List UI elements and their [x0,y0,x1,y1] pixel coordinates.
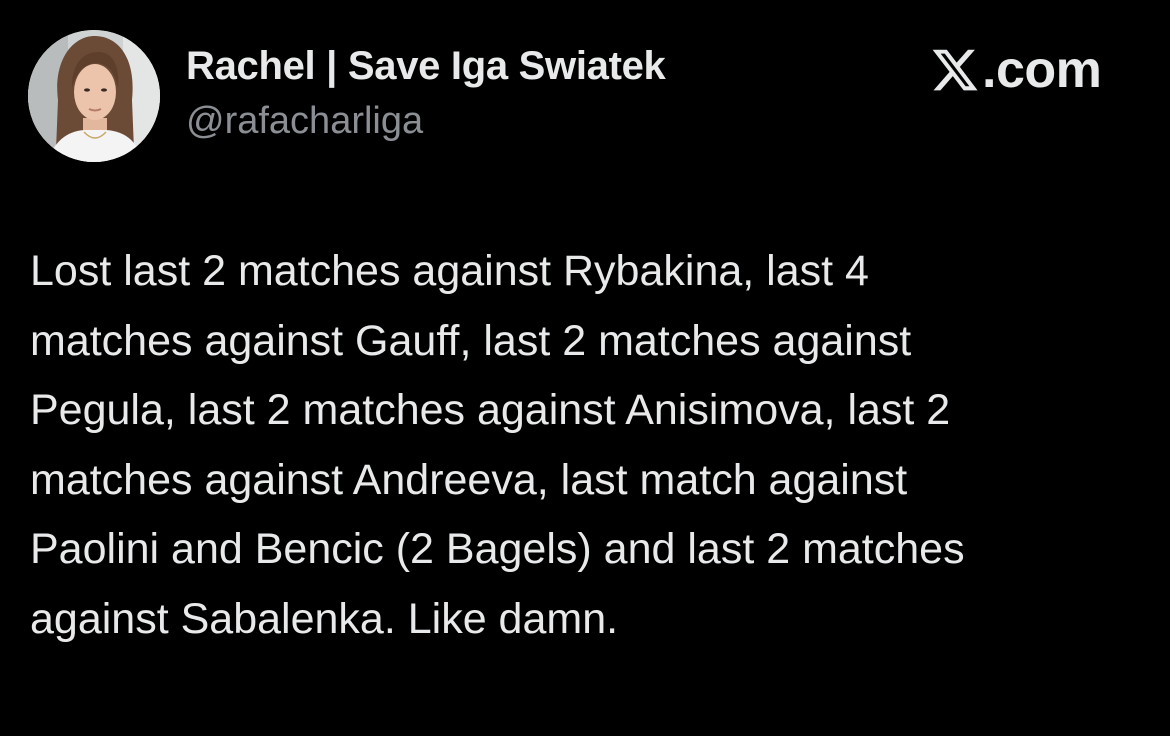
author-display-name[interactable]: Rachel | Save Iga Swiatek [186,44,666,89]
tweet-text-line: Pegula, last 2 matches against Anisimova… [30,386,951,434]
author-handle[interactable]: @rafacharliga [186,100,423,143]
tweet-text-line: against Sabalenka. Like damn. [30,594,619,643]
tweet-text: Lost last 2 matches against Rybakina, la… [30,237,1140,654]
tweet-text-line: Paolini and Bencic (2 Bagels) and last 2… [30,525,965,573]
avatar[interactable] [28,30,160,162]
avatar-photo [28,30,160,162]
brand-text: .com [982,41,1102,99]
tweet-card: Rachel | Save Iga Swiatek @rafacharliga … [0,0,1170,736]
brand-watermark: .com [930,40,1102,100]
tweet-text-line: matches against Gauff, last 2 matches ag… [30,316,912,365]
tweet-text-line: matches against Andreeva, last match aga… [30,455,908,504]
tweet-text-line: Lost last 2 matches against Rybakina, la… [30,247,869,295]
x-logo-icon [932,49,978,91]
